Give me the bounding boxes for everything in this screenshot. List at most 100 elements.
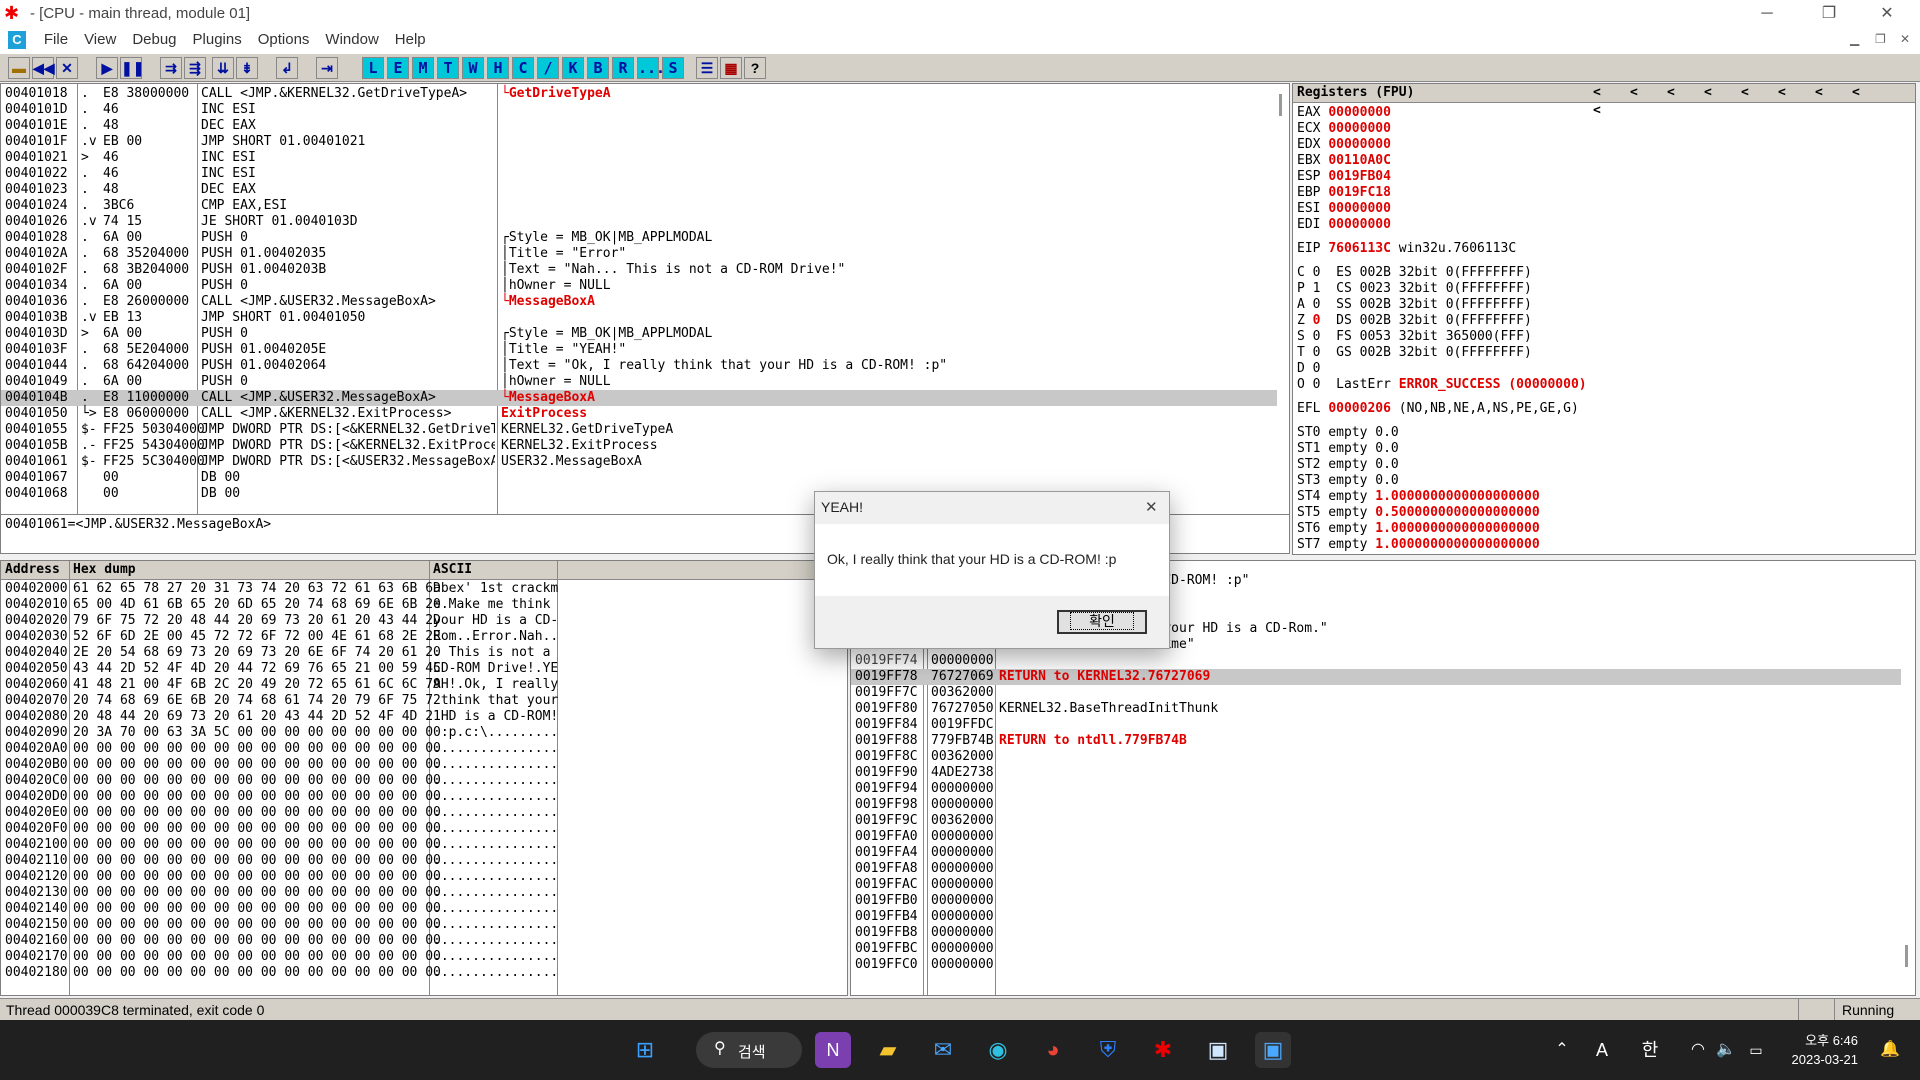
register-row[interactable]: EDX 00000000 <box>1297 137 1911 153</box>
dump-row[interactable]: 00402170 00 00 00 00 00 00 00 00 00 00 00… <box>1 949 841 965</box>
toolbar-2-button[interactable]: M <box>412 57 434 79</box>
register-value[interactable]: 00000000 <box>1328 121 1391 136</box>
disasm-row[interactable]: 00401024. 3BC6 CMP EAX,ESI <box>1 198 1277 214</box>
disasm-row[interactable]: 00401050 └> E8 06000000 CALL <JMP.&KERNEL32… <box>1 406 1277 422</box>
register-row[interactable]: EBP 0019FC18 <box>1297 185 1911 201</box>
dump-row[interactable]: 00402080 20 48 44 20 69 73 20 61 20 43 44… <box>1 709 841 725</box>
register-scroll-arrow[interactable]: < <box>1704 84 1741 102</box>
dump-row[interactable]: 00402030 52 6F 6D 2E 00 45 72 72 6F 72 00… <box>1 629 841 645</box>
toolbar-7-button[interactable]: / <box>537 57 559 79</box>
disasm-row[interactable]: 0040102A. 68 35204000 PUSH 01.00402035 │Tit… <box>1 246 1277 262</box>
toolbar-1-button[interactable]: E <box>387 57 409 79</box>
notification-icon[interactable]: 🔔 <box>1872 1032 1908 1068</box>
efl-row[interactable]: EFL 00000206 (NO,NB,NE,A,NS,PE,GE,G) <box>1297 401 1911 417</box>
dump-row[interactable]: 00402180 00 00 00 00 00 00 00 00 00 00 00… <box>1 965 841 981</box>
dump-row[interactable]: 004020D0 00 00 00 00 00 00 00 00 00 00 00… <box>1 789 841 805</box>
menu-debug[interactable]: Debug <box>124 28 184 51</box>
step-into-icon[interactable]: ⇉ <box>160 57 182 79</box>
window-app-icon[interactable]: ▣ <box>1200 1032 1236 1068</box>
stack-row[interactable]: 0019FF84 0019FFDC <box>851 717 1901 733</box>
flag-row[interactable]: Z 0 DS 002B 32bit 0(FFFFFFFF) <box>1297 313 1911 329</box>
register-scroll-arrow[interactable]: < <box>1815 84 1852 102</box>
dump-row[interactable]: 00402010 65 00 4D 61 6B 65 20 6D 65 20 74… <box>1 597 841 613</box>
disasm-row[interactable]: 00401026 .v 74 15 JE SHORT 01.0040103D <box>1 214 1277 230</box>
disasm-row[interactable]: 00401023. 48 DEC EAX <box>1 182 1277 198</box>
register-value[interactable]: 00000000 <box>1328 201 1391 216</box>
chrome-icon[interactable]: ◕ <box>1035 1032 1071 1068</box>
go-to-icon[interactable]: ⇥ <box>316 57 338 79</box>
mdi-close-button[interactable]: ✕ <box>1900 32 1910 46</box>
dump-header-hex[interactable]: Hex dump <box>73 561 136 579</box>
windows-start-icon[interactable]: ⊞ <box>627 1032 663 1068</box>
mdi-restore-button[interactable]: ❐ <box>1875 32 1886 46</box>
mail-icon[interactable]: ✉ <box>925 1032 961 1068</box>
register-row[interactable]: EBX 00110A0C <box>1297 153 1911 169</box>
disasm-row[interactable]: 0040103B .v EB 13 JMP SHORT 01.00401050 <box>1 310 1277 326</box>
disasm-row[interactable]: 00401061 $- FF25 5C304000 JMP DWORD PTR DS:… <box>1 454 1277 470</box>
stack-row[interactable]: 0019FFB4 00000000 <box>851 909 1901 925</box>
menu-window[interactable]: Window <box>317 28 386 51</box>
toolbar-3-button[interactable]: T <box>437 57 459 79</box>
dump-row[interactable]: 00402130 00 00 00 00 00 00 00 00 00 00 00… <box>1 885 841 901</box>
dump-row[interactable]: 00402090 20 3A 70 00 63 3A 5C 00 00 00 00… <box>1 725 841 741</box>
disasm-row[interactable]: 0040105B .- FF25 54304000 JMP DWORD PTR DS:… <box>1 438 1277 454</box>
fpu-row[interactable]: ST4 empty 1.0000000000000000000 <box>1297 489 1911 505</box>
register-scroll-arrow[interactable]: < <box>1630 84 1667 102</box>
file-explorer-icon[interactable]: ▰ <box>870 1032 906 1068</box>
dump-row[interactable]: 004020A0 00 00 00 00 00 00 00 00 00 00 00… <box>1 741 841 757</box>
register-value[interactable]: 0019FB04 <box>1328 169 1391 184</box>
register-row[interactable]: ESP 0019FB04 <box>1297 169 1911 185</box>
dump-row[interactable]: 004020B0 00 00 00 00 00 00 00 00 00 00 00… <box>1 757 841 773</box>
restart-icon[interactable]: ◀◀ <box>32 57 55 79</box>
dialog-ok-button[interactable]: 확인 <box>1057 610 1147 634</box>
flag-row[interactable]: A 0 SS 002B 32bit 0(FFFFFFFF) <box>1297 297 1911 313</box>
ime-mode-a[interactable]: A <box>1584 1032 1620 1068</box>
register-scroll-arrow[interactable]: < <box>1593 102 1630 120</box>
disasm-row[interactable]: 00401044. 68 64204000 PUSH 01.00402064 │Tex… <box>1 358 1277 374</box>
open-icon[interactable]: ▬ <box>8 57 30 79</box>
toolbar-0-button[interactable]: L <box>362 57 384 79</box>
stack-row[interactable]: 0019FF74 00000000 <box>851 653 1901 669</box>
menu-options[interactable]: Options <box>250 28 318 51</box>
list-icon[interactable]: ☰ <box>696 57 718 79</box>
flag-row[interactable]: S 0 FS 0053 32bit 365000(FFF) <box>1297 329 1911 345</box>
dump-row[interactable]: 00402070 20 74 68 69 6E 6B 20 74 68 61 74… <box>1 693 841 709</box>
disasm-row[interactable]: 00401028. 6A 00 PUSH 0 ┌Style = MB_OK|MB_AP… <box>1 230 1277 246</box>
menu-plugins[interactable]: Plugins <box>185 28 250 51</box>
stack-row[interactable]: 0019FF94 00000000 <box>851 781 1901 797</box>
stack-row[interactable]: 0019FFC0 00000000 <box>851 957 1901 973</box>
dump-row[interactable]: 00402140 00 00 00 00 00 00 00 00 00 00 00… <box>1 901 841 917</box>
stack-row[interactable]: 0019FFB8 00000000 <box>851 925 1901 941</box>
flag-row[interactable]: P 1 CS 0023 32bit 0(FFFFFFFF) <box>1297 281 1911 297</box>
dump-header-ascii[interactable]: ASCII <box>433 561 472 579</box>
pause-icon[interactable]: ❚❚ <box>120 57 144 79</box>
disasm-row[interactable]: 00401022. 46 INC ESI <box>1 166 1277 182</box>
toolbar-10-button[interactable]: R <box>612 57 634 79</box>
register-value[interactable]: 00000000 <box>1328 137 1391 152</box>
dump-row[interactable]: 00402060 41 48 21 00 4F 6B 2C 20 49 20 72… <box>1 677 841 693</box>
stack-row[interactable]: 0019FFA8 00000000 <box>851 861 1901 877</box>
execute-till-return-icon[interactable]: ↲ <box>276 57 298 79</box>
disasm-row[interactable]: 0040103F. 68 5E204000 PUSH 01.0040205E │Tit… <box>1 342 1277 358</box>
register-value[interactable]: 00000000 <box>1328 217 1391 232</box>
register-eip[interactable]: EIP 7606113C win32u.7606113C <box>1297 241 1911 257</box>
disasm-row[interactable]: 0040104B. E8 11000000 CALL <JMP.&USER32.Me… <box>1 390 1277 406</box>
dump-header-address[interactable]: Address <box>5 561 60 579</box>
menu-file[interactable]: File <box>36 28 76 51</box>
toolbar-11-button[interactable]: ... <box>637 57 665 79</box>
toolbar-8-button[interactable]: K <box>562 57 584 79</box>
clock[interactable]: 오후 6:46 2023-03-21 <box>1778 1031 1859 1069</box>
disasm-row[interactable]: 0040103D >6A 00 PUSH 0 ┌Style = MB_OK|MB_AP… <box>1 326 1277 342</box>
stack-row[interactable]: 0019FF90 4ADE2738 <box>851 765 1901 781</box>
register-scroll-arrow[interactable]: < <box>1741 84 1778 102</box>
battery-icon[interactable]: ▭ <box>1738 1032 1774 1068</box>
register-row[interactable]: ESI 00000000 <box>1297 201 1911 217</box>
toolbar-4-button[interactable]: W <box>462 57 484 79</box>
minimize-button[interactable]: ─ <box>1744 0 1790 28</box>
dump-row[interactable]: 004020C0 00 00 00 00 00 00 00 00 00 00 00… <box>1 773 841 789</box>
stack-row[interactable]: 0019FF8C 00362000 <box>851 749 1901 765</box>
fpu-row[interactable]: ST5 empty 0.5000000000000000000 <box>1297 505 1911 521</box>
help-icon[interactable]: ? <box>744 57 766 79</box>
lasterr-row[interactable]: O 0 LastErr ERROR_SUCCESS (00000000) <box>1297 377 1911 393</box>
register-row[interactable]: EDI 00000000 <box>1297 217 1911 233</box>
